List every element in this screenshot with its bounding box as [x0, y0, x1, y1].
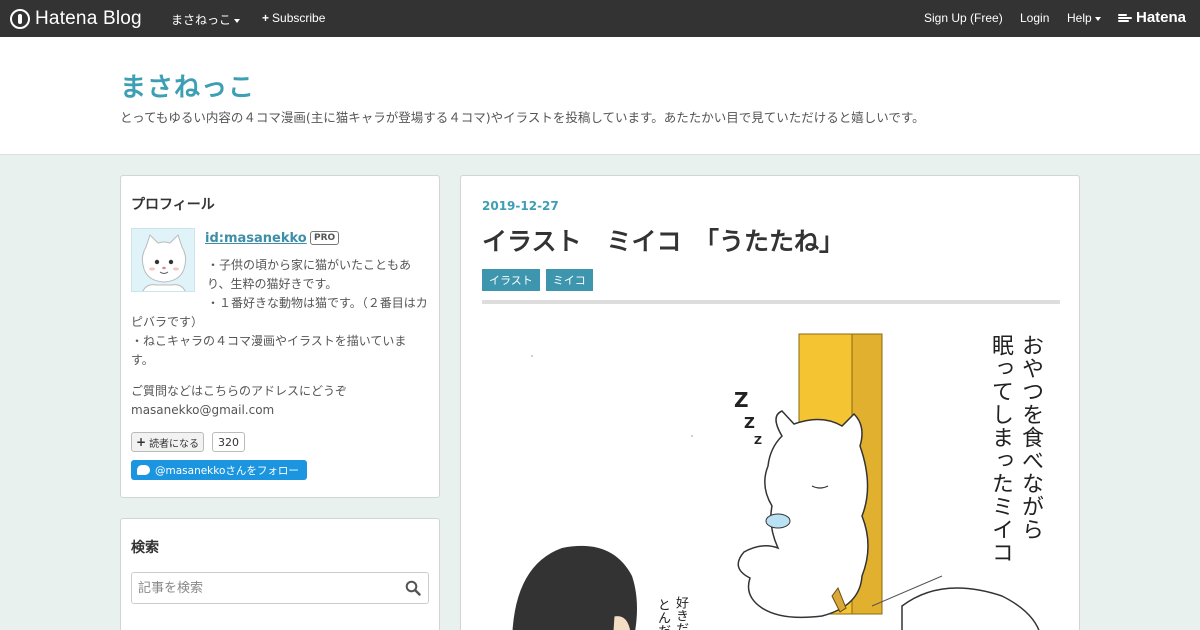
profile-line-3: ・ねこキャラの４コマ漫画やイラストを描いています。: [131, 334, 407, 367]
global-header: Hatena Blog まさねっこ + Subscribe Sign Up (Fr…: [0, 0, 1200, 37]
pro-badge: PRO: [310, 231, 340, 245]
chevron-down-icon: [1094, 16, 1101, 21]
profile-id-link[interactable]: id:masanekko: [205, 231, 307, 246]
search-icon[interactable]: [405, 580, 421, 596]
caption-line-2: 眠ってしまったミイコ: [988, 334, 1013, 564]
tag-illust[interactable]: イラスト: [482, 269, 540, 291]
follower-count: 320: [212, 432, 245, 452]
logo-text: Hatena Blog: [35, 7, 142, 29]
help-label: Help: [1067, 11, 1092, 25]
blog-menu-label: まさねっこ: [171, 13, 232, 27]
article: 2019-12-27 イラスト ミイコ 「うたたね」 イラスト ミイコ Z Z …: [460, 175, 1080, 630]
plus-icon: +: [136, 435, 147, 449]
plus-icon: +: [262, 11, 270, 25]
profile-bio: ・子供の頃から家に猫がいたこともあり、生粋の猫好きです。 ・１番好きな動物は猫で…: [131, 256, 429, 420]
blog-menu-dropdown[interactable]: まさねっこ: [171, 11, 241, 28]
snore-z-small: Z: [754, 434, 762, 447]
twitter-follow-button[interactable]: @masanekkoさんをフォロー: [131, 460, 307, 480]
illustration-drawing: [512, 333, 1040, 630]
profile-line-2: ・１番好きな動物は猫です。（２番目はカピバラです）: [131, 296, 428, 329]
login-link[interactable]: Login: [1020, 11, 1049, 25]
profile-heading: プロフィール: [131, 197, 215, 213]
twitter-bird-icon: [137, 465, 150, 475]
hatena-blog-logo-icon: [10, 8, 30, 29]
caption-line-1: おやつを食べながら: [1018, 334, 1043, 541]
blog-title[interactable]: まさねっこ: [120, 67, 255, 104]
article-tags: イラスト ミイコ: [482, 269, 593, 291]
side-caption-2: とんだ: [655, 598, 670, 630]
chevron-down-icon: [234, 18, 241, 23]
article-title[interactable]: イラスト ミイコ 「うたたね」: [482, 222, 844, 258]
signup-link[interactable]: Sign Up (Free): [924, 11, 1003, 25]
snore-z-medium: Z: [744, 414, 755, 432]
follow-label: 読者になる: [149, 438, 200, 450]
article-illustration: Z Z Z おやつを食べながら 眠ってしまったミイコ 好きだ とんだ: [482, 316, 1060, 630]
subscribe-button[interactable]: + Subscribe: [262, 11, 325, 25]
tag-miiko[interactable]: ミイコ: [545, 269, 593, 291]
profile-email: masanekko@gmail.com: [131, 403, 275, 417]
search-module: 検索: [120, 518, 440, 630]
hatena-blog-logo[interactable]: Hatena Blog: [10, 8, 142, 29]
subscribe-label: Subscribe: [272, 11, 326, 25]
side-caption-1: 好きだ: [673, 596, 688, 630]
profile-line-1: ・子供の頃から家に猫がいたこともあり、生粋の猫好きです。: [207, 258, 412, 291]
hatena-link[interactable]: Hatena: [1118, 9, 1186, 26]
blog-description: とってもゆるい内容の４コマ漫画(主に猫キャラが登場する４コマ)やイラストを投稿し…: [120, 110, 925, 125]
help-dropdown[interactable]: Help: [1067, 11, 1101, 25]
twitter-follow-label: @masanekkoさんをフォロー: [155, 464, 299, 477]
search-heading: 検索: [131, 540, 159, 556]
follow-button[interactable]: + 読者になる: [131, 432, 205, 452]
hatena-logo-icon: [1118, 13, 1132, 23]
search-input[interactable]: [131, 572, 429, 604]
hatena-label: Hatena: [1136, 9, 1187, 26]
profile-contact: ご質問などはこちらのアドレスにどうぞ: [131, 384, 348, 398]
profile-module: プロフィール id:masanekko PRO ・子供の頃から家に猫がいたことも…: [120, 175, 440, 498]
article-date[interactable]: 2019-12-27: [482, 199, 559, 213]
title-divider: [482, 300, 1060, 304]
snore-z-large: Z: [734, 388, 749, 412]
blog-header: まさねっこ とってもゆるい内容の４コマ漫画(主に猫キャラが登場する４コマ)やイラ…: [0, 37, 1200, 155]
